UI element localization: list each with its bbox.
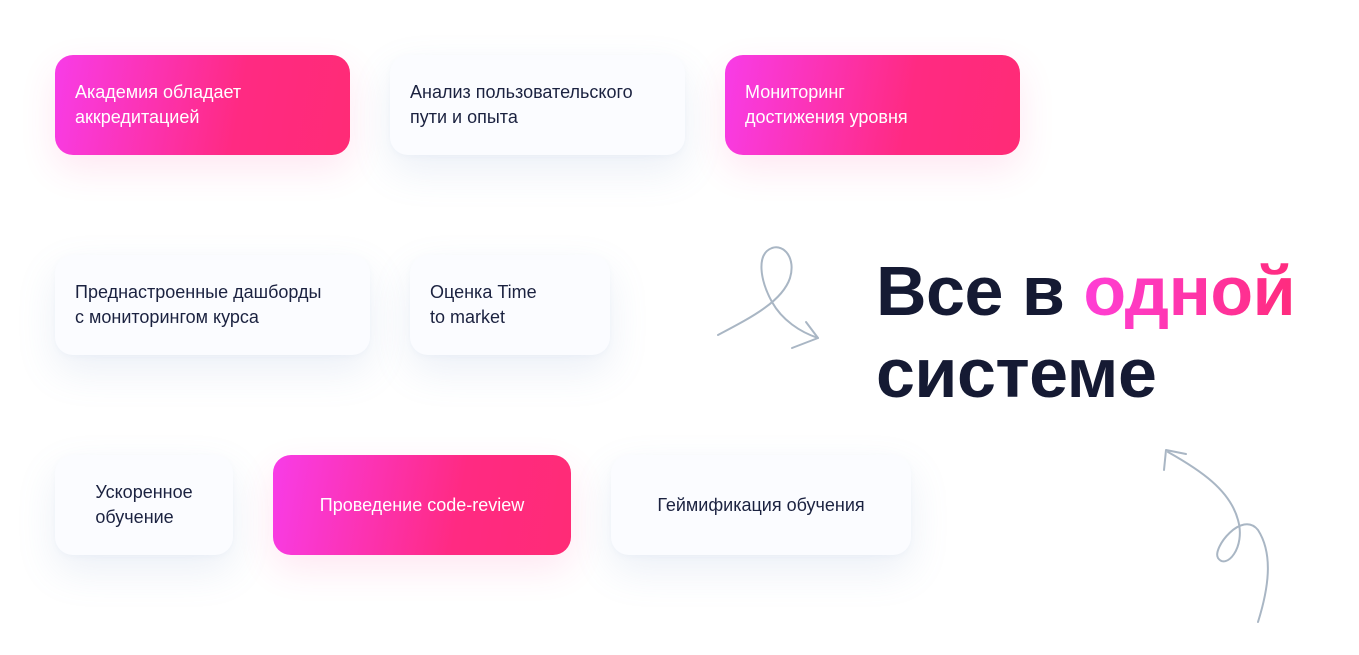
headline-highlight: одной — [1083, 252, 1296, 330]
headline: Все в одной системе — [876, 250, 1296, 414]
card-gamification: Геймификация обучения — [611, 455, 911, 555]
card-user-journey-text: Анализ пользовательского пути и опыта — [410, 82, 633, 127]
card-user-journey: Анализ пользовательского пути и опыта — [390, 55, 685, 155]
card-code-review: Проведение code-review — [273, 455, 571, 555]
headline-line-2: системе — [876, 334, 1157, 412]
card-time-to-market-text: Оценка Time to market — [430, 282, 537, 327]
card-time-to-market: Оценка Time to market — [410, 255, 610, 355]
card-gamification-text: Геймификация обучения — [657, 494, 865, 515]
card-accreditation-text: Академия обладает аккредитацией — [75, 82, 242, 127]
card-dashboards-text: Преднастроенные дашборды с мониторингом … — [75, 282, 322, 327]
card-level-monitoring-text: Мониторинг достижения уровня — [745, 82, 908, 127]
curly-arrow-up-icon — [1163, 449, 1269, 623]
card-fast-learning-text: Ускоренное обучение — [95, 482, 193, 527]
card-code-review-text: Проведение code-review — [319, 494, 525, 515]
card-level-monitoring: Мониторинг достижения уровня — [725, 55, 1020, 155]
headline-part1: Все в — [876, 252, 1084, 330]
card-accreditation: Академия обладает аккредитацией — [55, 55, 350, 155]
headline-line-1: Все в одной — [876, 250, 1296, 332]
card-dashboards: Преднастроенные дашборды с мониторингом … — [55, 255, 370, 355]
curly-arrow-right-icon — [717, 246, 819, 349]
card-fast-learning: Ускоренное обучение — [55, 455, 233, 555]
